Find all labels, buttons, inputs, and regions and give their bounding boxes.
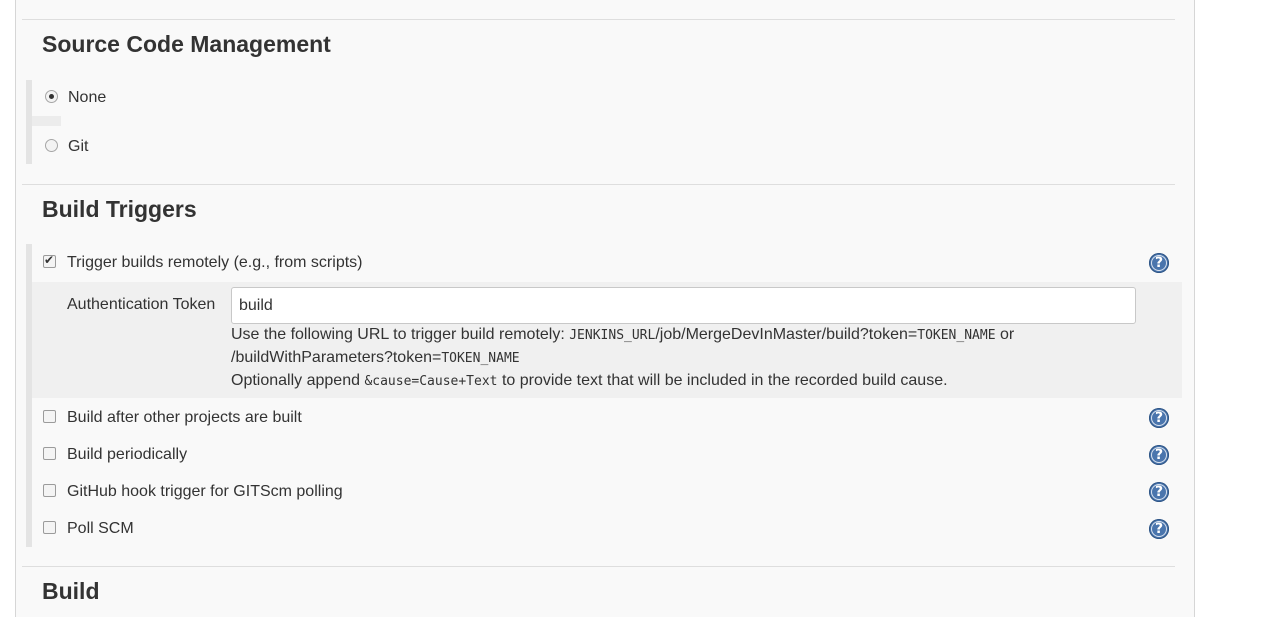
scm-git-label[interactable]: Git [68, 137, 88, 157]
help-icon[interactable]: ? [1149, 408, 1169, 428]
scm-none-radio[interactable] [45, 90, 58, 103]
scm-none-label[interactable]: None [68, 88, 106, 108]
github-hook-trigger-checkbox[interactable] [43, 484, 56, 497]
divider [22, 566, 1175, 567]
desc-text: /job/MergeDevInMaster/build?token= [655, 326, 918, 343]
desc-text: /buildWithParameters?token= [231, 349, 442, 366]
build-after-other-projects-checkbox[interactable] [43, 410, 56, 423]
build-periodically-label[interactable]: Build periodically [67, 445, 187, 465]
trigger-remotely-label[interactable]: Trigger builds remotely (e.g., from scri… [67, 253, 362, 273]
poll-scm-checkbox[interactable] [43, 521, 56, 534]
scm-option-separator [32, 116, 61, 126]
desc-text: Use the following URL to trigger build r… [231, 326, 570, 343]
build-after-other-projects-label[interactable]: Build after other projects are built [67, 408, 302, 428]
trigger-remotely-checkbox[interactable] [43, 253, 56, 268]
divider [22, 184, 1175, 185]
remote-url-description-line3: Optionally append &cause=Cause+Text to p… [231, 370, 948, 393]
build-section-title: Build [42, 578, 100, 604]
poll-scm-label[interactable]: Poll SCM [67, 519, 134, 539]
divider [22, 19, 1175, 20]
desc-code: JENKINS_URL [569, 328, 656, 343]
help-icon[interactable]: ? [1149, 445, 1169, 465]
auth-token-label: Authentication Token [67, 296, 216, 313]
help-icon[interactable]: ? [1149, 482, 1169, 502]
scm-git-radio[interactable] [45, 139, 58, 152]
desc-code: &cause=Cause+Text [364, 374, 498, 389]
desc-text: or [995, 326, 1015, 343]
scm-section-title: Source Code Management [42, 31, 331, 57]
help-icon[interactable]: ? [1149, 519, 1169, 539]
github-hook-trigger-label[interactable]: GitHub hook trigger for GITScm polling [67, 482, 343, 502]
auth-token-input[interactable]: build [231, 287, 1136, 324]
build-periodically-checkbox[interactable] [43, 447, 56, 460]
desc-code: TOKEN_NAME [441, 351, 520, 366]
desc-text: Optionally append [231, 372, 365, 389]
desc-text: to provide text that will be included in… [497, 372, 948, 389]
remote-url-description-line1: Use the following URL to trigger build r… [231, 324, 1014, 347]
build-triggers-section-title: Build Triggers [42, 196, 197, 222]
remote-url-description-line2: /buildWithParameters?token=TOKEN_NAME [231, 347, 520, 370]
desc-code: TOKEN_NAME [917, 328, 996, 343]
help-icon[interactable]: ? [1149, 253, 1169, 273]
